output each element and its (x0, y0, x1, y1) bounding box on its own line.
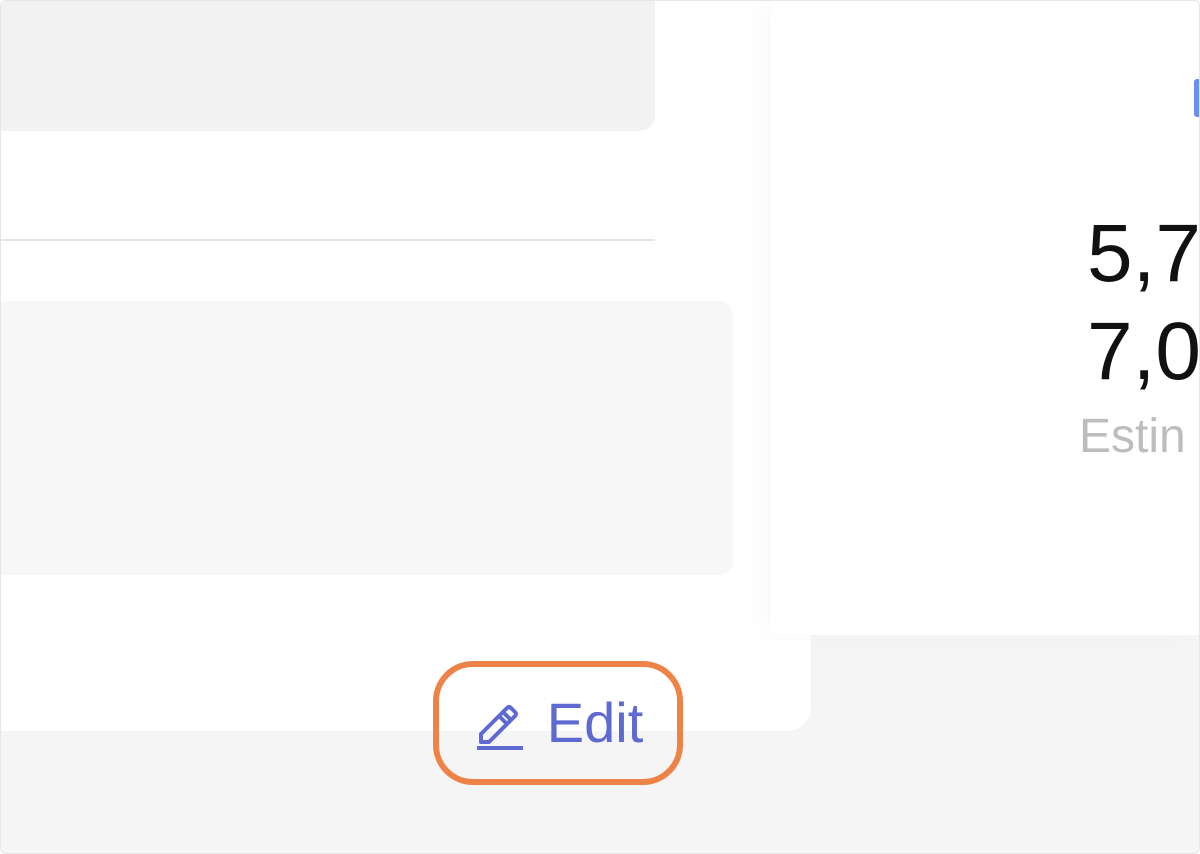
app-viewport: Edit 5,7 7,0 Estin (0, 0, 1200, 854)
summary-caption: Estin (1079, 410, 1186, 463)
summary-value-primary: 5,7 (1087, 208, 1200, 299)
info-panel: Edit (1, 301, 733, 785)
summary-value-secondary: 7,0 (1087, 306, 1200, 397)
pencil-icon (473, 696, 527, 750)
edit-button[interactable]: Edit (433, 661, 683, 785)
details-card: Edit (1, 1, 811, 785)
section-divider (1, 239, 655, 241)
accent-indicator (1194, 79, 1199, 117)
header-panel (1, 1, 655, 131)
edit-label: Edit (546, 691, 644, 754)
